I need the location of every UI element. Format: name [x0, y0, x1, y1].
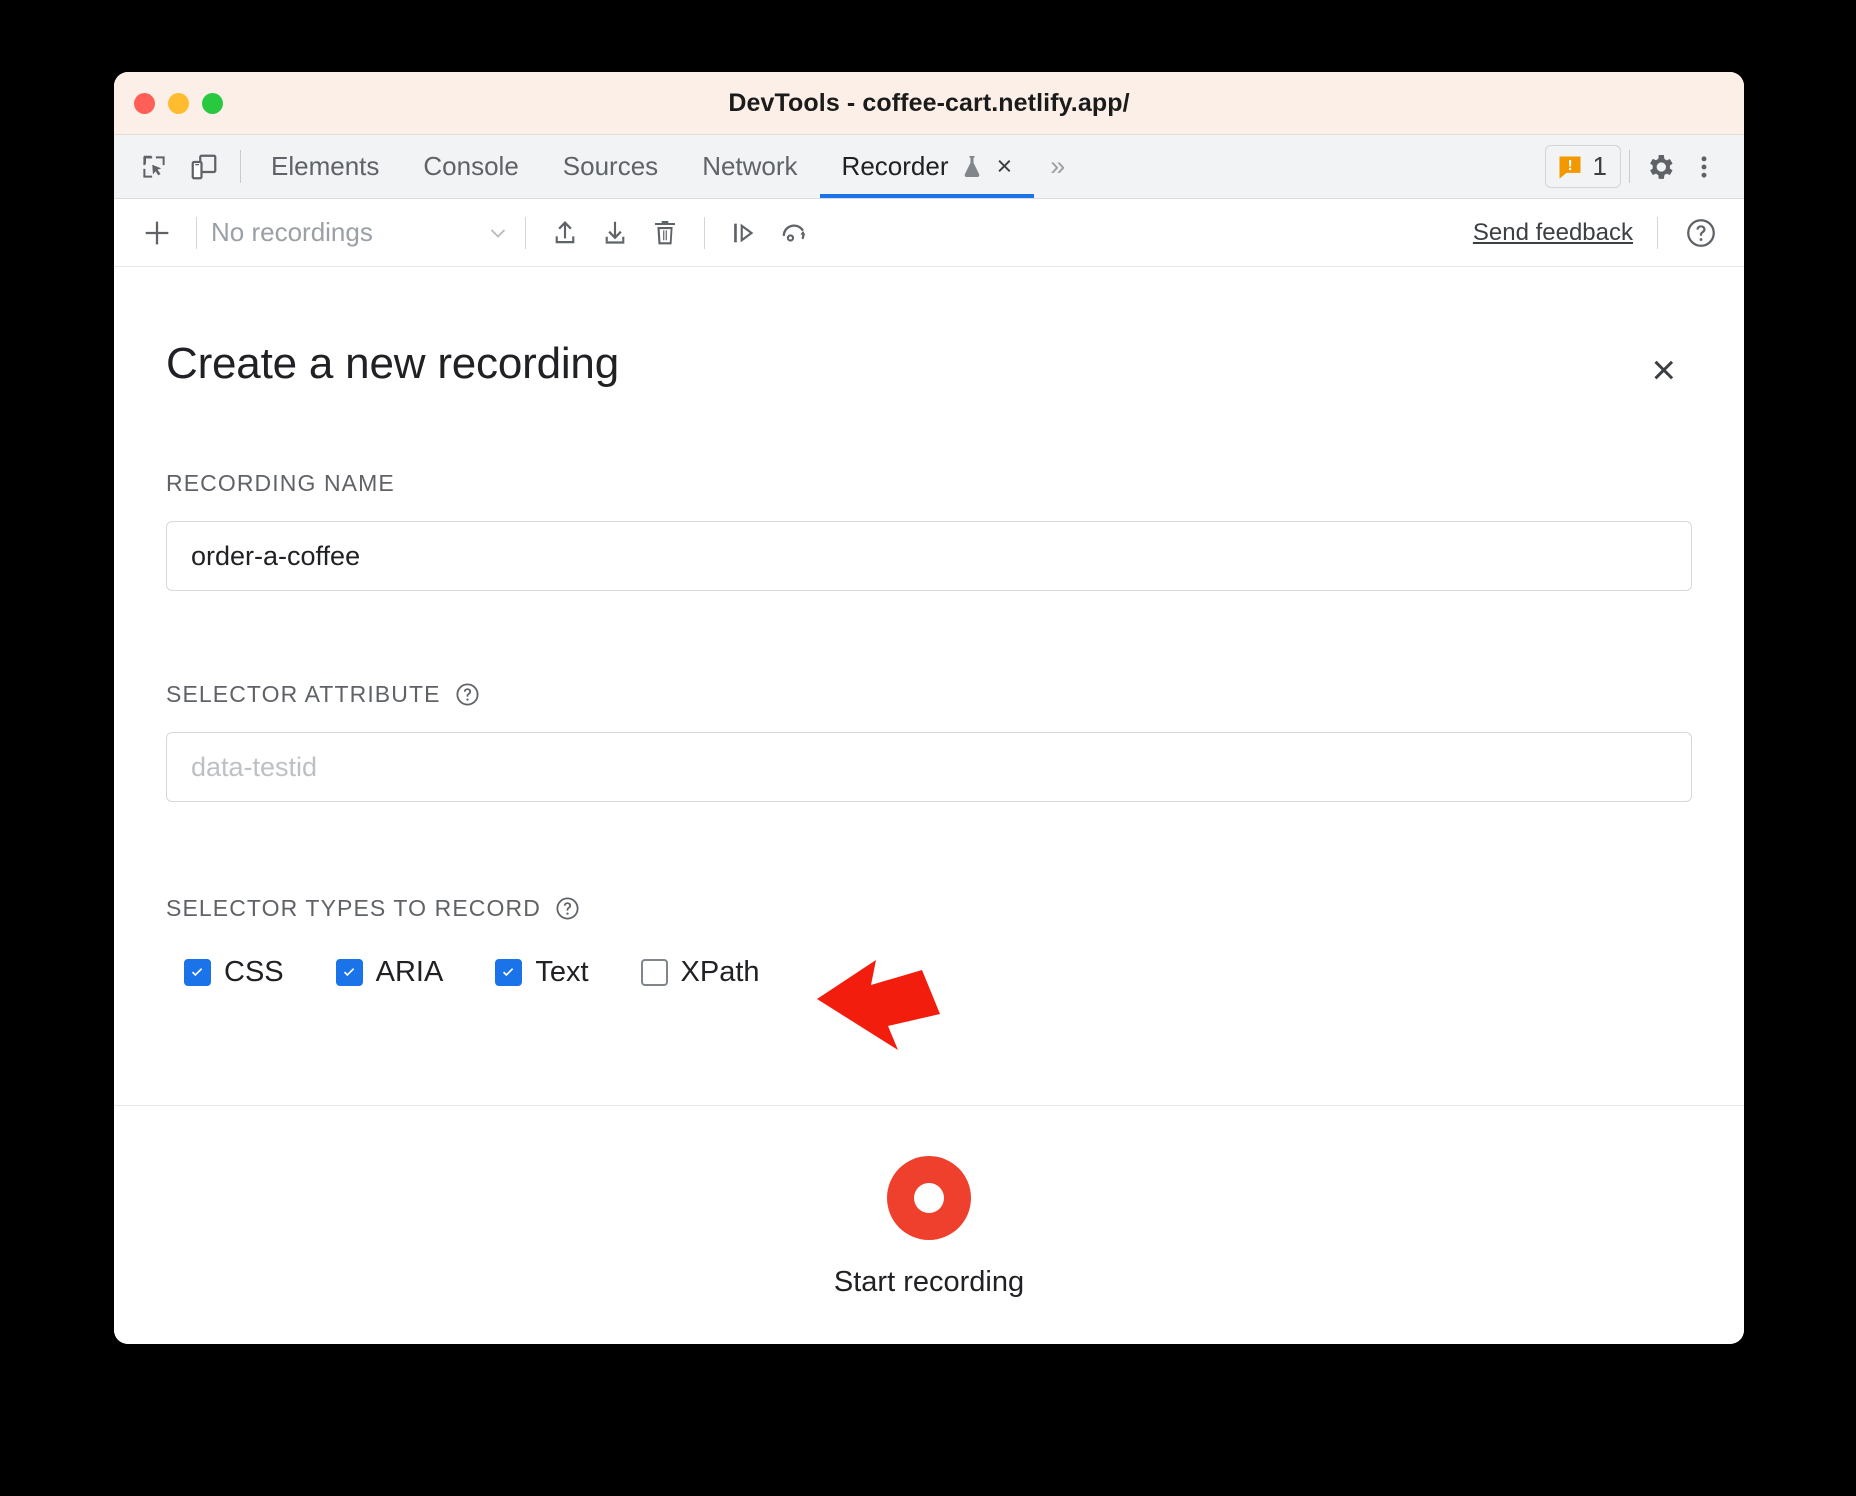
more-tabs-chevron-icon[interactable]: »: [1034, 135, 1081, 198]
checkbox-css-label: CSS: [224, 956, 284, 989]
inspect-element-icon[interactable]: [132, 145, 176, 189]
checkbox-text-label: Text: [535, 956, 588, 989]
devtools-tabbar: Elements Console Sources Network Recorde…: [114, 135, 1744, 199]
toolbar-divider-2: [525, 217, 526, 249]
replay-button[interactable]: [769, 208, 819, 258]
screenshot-root: DevTools - coffee-cart.netlify.app/: [0, 0, 1856, 1496]
recording-name-label: RECORDING NAME: [166, 470, 1692, 497]
toolbar-divider-3: [704, 217, 705, 249]
help-icon[interactable]: [1676, 208, 1726, 258]
tabbar-left-icons: [126, 135, 232, 198]
recording-name-input[interactable]: order-a-coffee: [166, 521, 1692, 591]
selector-attribute-placeholder: data-testid: [191, 752, 317, 783]
devtools-window: DevTools - coffee-cart.netlify.app/: [114, 72, 1744, 1344]
experimental-flask-icon: [960, 154, 984, 180]
checkbox-xpath-label: XPath: [681, 956, 760, 989]
window-traffic-lights: [134, 93, 223, 114]
tabbar-right-divider: [1629, 150, 1630, 183]
chevron-down-icon: [485, 220, 511, 246]
selector-types-help-icon: [554, 895, 581, 922]
close-panel-icon[interactable]: ×: [1641, 345, 1686, 395]
tabbar-right-controls: 1: [1545, 135, 1744, 198]
recording-selector-value: No recordings: [211, 217, 475, 248]
record-icon: [914, 1183, 944, 1213]
tab-elements[interactable]: Elements: [249, 135, 401, 198]
devtools-tabs: Elements Console Sources Network Recorde…: [249, 135, 1081, 198]
tab-elements-label: Elements: [271, 151, 379, 182]
checkbox-xpath-box[interactable]: [641, 959, 668, 986]
checkbox-aria-label: ARIA: [376, 956, 444, 989]
recorder-toolbar-right: Send feedback: [1473, 208, 1726, 258]
import-recording-button[interactable]: [540, 208, 590, 258]
step-replay-button[interactable]: [719, 208, 769, 258]
zoom-window-button[interactable]: [202, 93, 223, 114]
send-feedback-link[interactable]: Send feedback: [1473, 219, 1639, 247]
selector-types-label-text: SELECTOR TYPES TO RECORD: [166, 895, 541, 922]
toolbar-divider-4: [1657, 217, 1658, 249]
tab-sources[interactable]: Sources: [541, 135, 680, 198]
device-toolbar-icon[interactable]: [182, 145, 226, 189]
tab-network[interactable]: Network: [680, 135, 819, 198]
tab-console-label: Console: [423, 151, 518, 182]
checkbox-aria-box[interactable]: [336, 959, 363, 986]
tab-sources-label: Sources: [563, 151, 658, 182]
window-title: DevTools - coffee-cart.netlify.app/: [114, 89, 1744, 118]
kebab-menu-icon[interactable]: [1682, 145, 1726, 189]
selector-attribute-help-icon: [454, 681, 481, 708]
recorder-toolbar: No recordings: [114, 199, 1744, 267]
toolbar-divider-1: [196, 217, 197, 249]
create-recording-panel: Create a new recording × RECORDING NAME …: [114, 267, 1744, 1105]
tab-console[interactable]: Console: [401, 135, 540, 198]
start-recording-button[interactable]: [887, 1156, 971, 1240]
selector-attribute-input[interactable]: data-testid: [166, 732, 1692, 802]
selector-types-checkbox-group: CSS ARIA Text XPath: [166, 956, 1692, 989]
checkbox-xpath[interactable]: XPath: [641, 956, 760, 989]
checkbox-text-box[interactable]: [495, 959, 522, 986]
checkbox-css[interactable]: CSS: [184, 956, 284, 989]
close-window-button[interactable]: [134, 93, 155, 114]
checkbox-text[interactable]: Text: [495, 956, 588, 989]
add-recording-button[interactable]: [132, 208, 182, 258]
selector-attribute-label-text: SELECTOR ATTRIBUTE: [166, 681, 441, 708]
selector-attribute-label: SELECTOR ATTRIBUTE: [166, 681, 1692, 708]
checkbox-aria[interactable]: ARIA: [336, 956, 444, 989]
page-title: Create a new recording: [166, 339, 619, 389]
tab-recorder-close-icon[interactable]: ×: [996, 153, 1012, 180]
tabbar-divider: [240, 150, 241, 183]
warning-badge[interactable]: 1: [1545, 145, 1621, 188]
recording-selector[interactable]: No recordings: [211, 217, 511, 248]
minimize-window-button[interactable]: [168, 93, 189, 114]
delete-recording-button[interactable]: [640, 208, 690, 258]
warning-icon: [1556, 153, 1584, 181]
tab-recorder-label: Recorder: [842, 151, 949, 182]
checkbox-css-box[interactable]: [184, 959, 211, 986]
start-recording-label: Start recording: [834, 1266, 1024, 1299]
window-titlebar: DevTools - coffee-cart.netlify.app/: [114, 72, 1744, 135]
panel-header: Create a new recording ×: [166, 267, 1692, 395]
selector-types-label: SELECTOR TYPES TO RECORD: [166, 895, 1692, 922]
tab-network-label: Network: [702, 151, 797, 182]
tab-recorder[interactable]: Recorder ×: [820, 135, 1035, 198]
recording-name-value: order-a-coffee: [191, 541, 360, 572]
recording-name-label-text: RECORDING NAME: [166, 470, 395, 497]
export-recording-button[interactable]: [590, 208, 640, 258]
warning-count: 1: [1593, 151, 1607, 182]
gear-icon[interactable]: [1638, 145, 1682, 189]
panel-footer: Start recording: [114, 1105, 1744, 1344]
